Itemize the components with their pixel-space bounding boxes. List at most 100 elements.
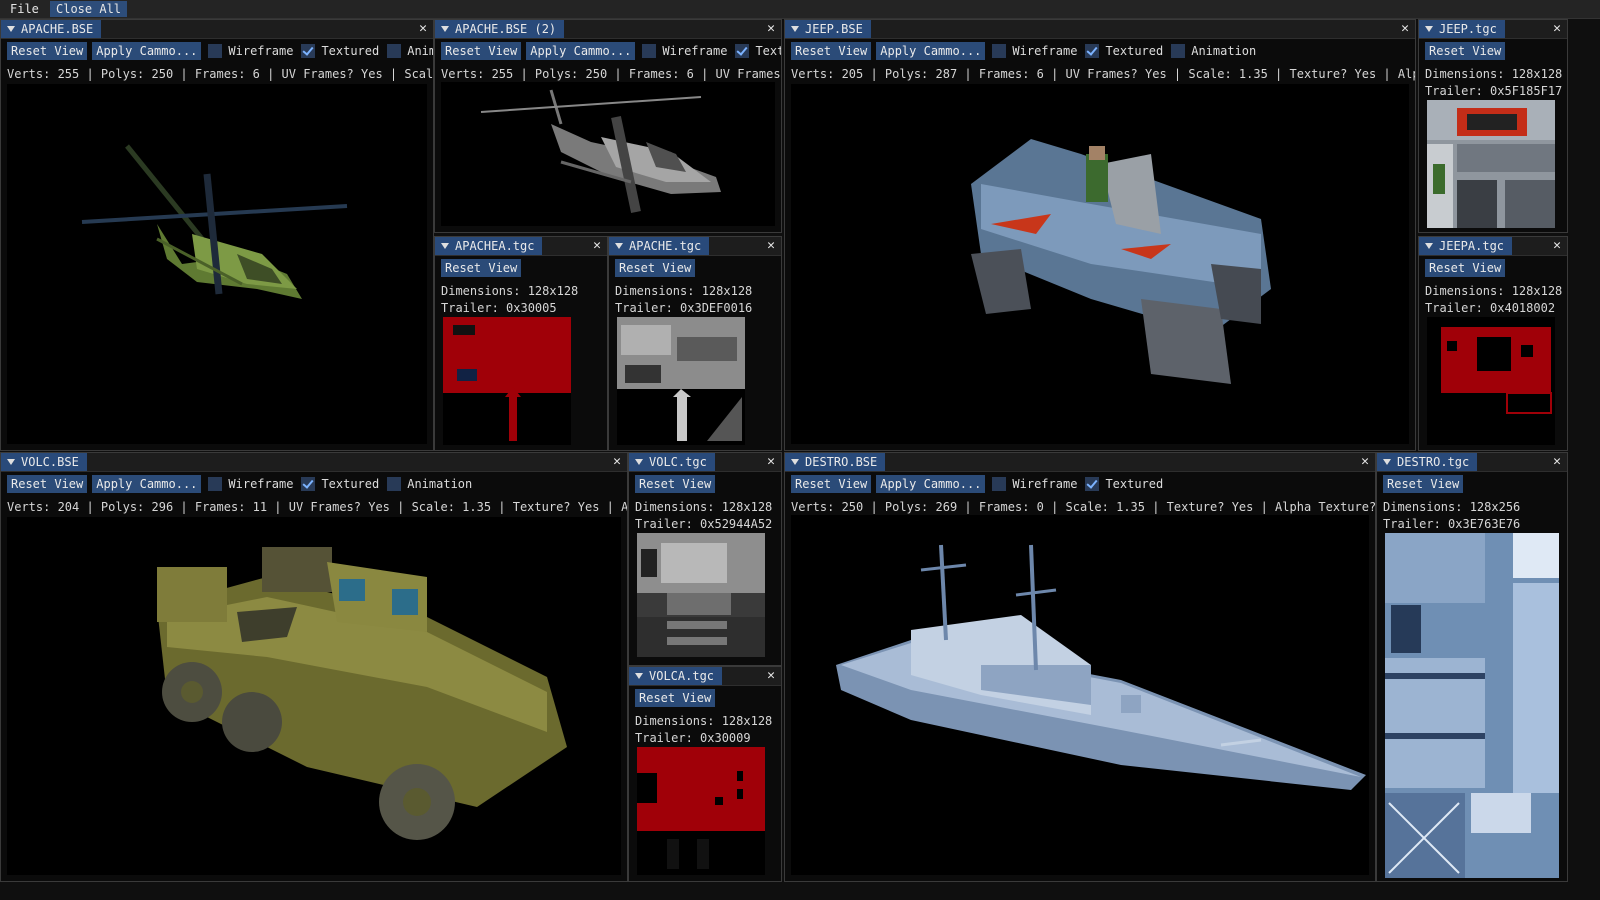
title-bar[interactable]: DESTRO.tgc ✕ xyxy=(1377,453,1567,472)
model-viewport[interactable] xyxy=(441,82,775,226)
reset-view-button[interactable]: Reset View xyxy=(7,475,88,493)
collapse-triangle-icon[interactable] xyxy=(791,459,799,465)
reset-view-button[interactable]: Reset View xyxy=(441,259,522,277)
close-icon[interactable]: ✕ xyxy=(767,20,775,38)
window-tab[interactable]: JEEPA.tgc xyxy=(1419,237,1513,255)
wireframe-checkbox[interactable]: Wireframe xyxy=(640,42,727,60)
reset-view-button[interactable]: Reset View xyxy=(791,475,872,493)
title-bar[interactable]: APACHE.BSE ✕ xyxy=(1,20,433,39)
window-tab[interactable]: APACHEA.tgc xyxy=(435,237,543,255)
model-viewport[interactable] xyxy=(7,84,427,444)
checkmark-icon[interactable] xyxy=(301,44,316,58)
collapse-triangle-icon[interactable] xyxy=(635,459,643,465)
checkbox-box[interactable] xyxy=(208,477,223,491)
collapse-triangle-icon[interactable] xyxy=(7,459,15,465)
texture-preview[interactable] xyxy=(637,533,765,657)
texture-preview[interactable] xyxy=(443,317,571,445)
window-tab[interactable]: DESTRO.tgc xyxy=(1377,453,1478,471)
textured-checkbox[interactable]: Textured xyxy=(299,42,379,60)
window-tab[interactable]: JEEP.tgc xyxy=(1419,20,1505,38)
reset-view-button[interactable]: Reset View xyxy=(635,475,716,493)
textured-checkbox[interactable]: Text xyxy=(733,42,781,60)
window-tab[interactable]: DESTRO.BSE xyxy=(785,453,886,471)
title-bar[interactable]: JEEP.tgc ✕ xyxy=(1419,20,1567,39)
texture-preview[interactable] xyxy=(1427,100,1555,228)
title-bar[interactable]: JEEPA.tgc ✕ xyxy=(1419,237,1567,256)
texture-preview[interactable] xyxy=(617,317,745,445)
collapse-triangle-icon[interactable] xyxy=(635,673,643,679)
close-icon[interactable]: ✕ xyxy=(767,453,775,471)
title-bar[interactable]: JEEP.BSE ✕ xyxy=(785,20,1415,39)
window-tab[interactable]: APACHE.tgc xyxy=(609,237,710,255)
title-bar[interactable]: VOLCA.tgc ✕ xyxy=(629,667,781,686)
checkbox-box[interactable] xyxy=(387,477,402,491)
model-viewport[interactable] xyxy=(7,517,621,875)
textured-checkbox[interactable]: Textured xyxy=(1083,475,1163,493)
collapse-triangle-icon[interactable] xyxy=(441,243,449,249)
title-bar[interactable]: DESTRO.BSE ✕ xyxy=(785,453,1375,472)
close-icon[interactable]: ✕ xyxy=(419,20,427,38)
collapse-triangle-icon[interactable] xyxy=(615,243,623,249)
close-icon[interactable]: ✕ xyxy=(1553,20,1561,38)
close-icon[interactable]: ✕ xyxy=(1553,453,1561,471)
window-tab[interactable]: VOLC.BSE xyxy=(1,453,87,471)
apply-cammo-button[interactable]: Apply Cammo... xyxy=(92,475,202,493)
title-bar[interactable]: APACHE.BSE (2) ✕ xyxy=(435,20,781,39)
checkmark-icon[interactable] xyxy=(1085,44,1100,58)
close-icon[interactable]: ✕ xyxy=(767,237,775,255)
reset-view-button[interactable]: Reset View xyxy=(791,42,872,60)
animation-checkbox[interactable]: Animation xyxy=(385,475,472,493)
window-tab[interactable]: JEEP.BSE xyxy=(785,20,871,38)
collapse-triangle-icon[interactable] xyxy=(791,26,799,32)
close-icon[interactable]: ✕ xyxy=(1361,453,1369,471)
animation-checkbox[interactable]: Anim xyxy=(385,42,433,60)
close-icon[interactable]: ✕ xyxy=(1401,20,1409,38)
title-bar[interactable]: APACHE.tgc ✕ xyxy=(609,237,781,256)
wireframe-checkbox[interactable]: Wireframe xyxy=(990,42,1077,60)
checkmark-icon[interactable] xyxy=(301,477,316,491)
close-icon[interactable]: ✕ xyxy=(613,453,621,471)
checkbox-box[interactable] xyxy=(387,44,402,58)
menu-close-all[interactable]: Close All xyxy=(50,1,128,17)
reset-view-button[interactable]: Reset View xyxy=(441,42,522,60)
wireframe-checkbox[interactable]: Wireframe xyxy=(206,42,293,60)
reset-view-button[interactable]: Reset View xyxy=(1425,42,1506,60)
checkbox-box[interactable] xyxy=(992,44,1007,58)
close-icon[interactable]: ✕ xyxy=(1553,237,1561,255)
checkbox-box[interactable] xyxy=(642,44,657,58)
close-icon[interactable]: ✕ xyxy=(593,237,601,255)
texture-preview[interactable] xyxy=(1385,533,1559,878)
reset-view-button[interactable]: Reset View xyxy=(615,259,696,277)
apply-cammo-button[interactable]: Apply Cammo... xyxy=(876,42,986,60)
checkbox-box[interactable] xyxy=(1171,44,1186,58)
menu-file[interactable]: File xyxy=(4,1,45,17)
apply-cammo-button[interactable]: Apply Cammo... xyxy=(876,475,986,493)
close-icon[interactable]: ✕ xyxy=(767,667,775,685)
textured-checkbox[interactable]: Textured xyxy=(1083,42,1163,60)
collapse-triangle-icon[interactable] xyxy=(1425,26,1433,32)
reset-view-button[interactable]: Reset View xyxy=(635,689,716,707)
window-tab[interactable]: VOLC.tgc xyxy=(629,453,715,471)
window-tab[interactable]: VOLCA.tgc xyxy=(629,667,723,685)
collapse-triangle-icon[interactable] xyxy=(1383,459,1391,465)
wireframe-checkbox[interactable]: Wireframe xyxy=(990,475,1077,493)
checkmark-icon[interactable] xyxy=(1085,477,1100,491)
texture-preview[interactable] xyxy=(637,747,765,875)
reset-view-button[interactable]: Reset View xyxy=(1383,475,1464,493)
title-bar[interactable]: VOLC.tgc ✕ xyxy=(629,453,781,472)
apply-cammo-button[interactable]: Apply Cammo... xyxy=(526,42,636,60)
checkbox-box[interactable] xyxy=(208,44,223,58)
window-tab[interactable]: APACHE.BSE xyxy=(1,20,102,38)
collapse-triangle-icon[interactable] xyxy=(441,26,449,32)
model-viewport[interactable] xyxy=(791,515,1369,875)
textured-checkbox[interactable]: Textured xyxy=(299,475,379,493)
collapse-triangle-icon[interactable] xyxy=(7,26,15,32)
animation-checkbox[interactable]: Animation xyxy=(1169,42,1256,60)
reset-view-button[interactable]: Reset View xyxy=(7,42,88,60)
texture-preview[interactable] xyxy=(1427,317,1555,445)
reset-view-button[interactable]: Reset View xyxy=(1425,259,1506,277)
model-viewport[interactable] xyxy=(791,84,1409,444)
window-tab[interactable]: APACHE.BSE (2) xyxy=(435,20,565,38)
title-bar[interactable]: APACHEA.tgc ✕ xyxy=(435,237,607,256)
apply-cammo-button[interactable]: Apply Cammo... xyxy=(92,42,202,60)
